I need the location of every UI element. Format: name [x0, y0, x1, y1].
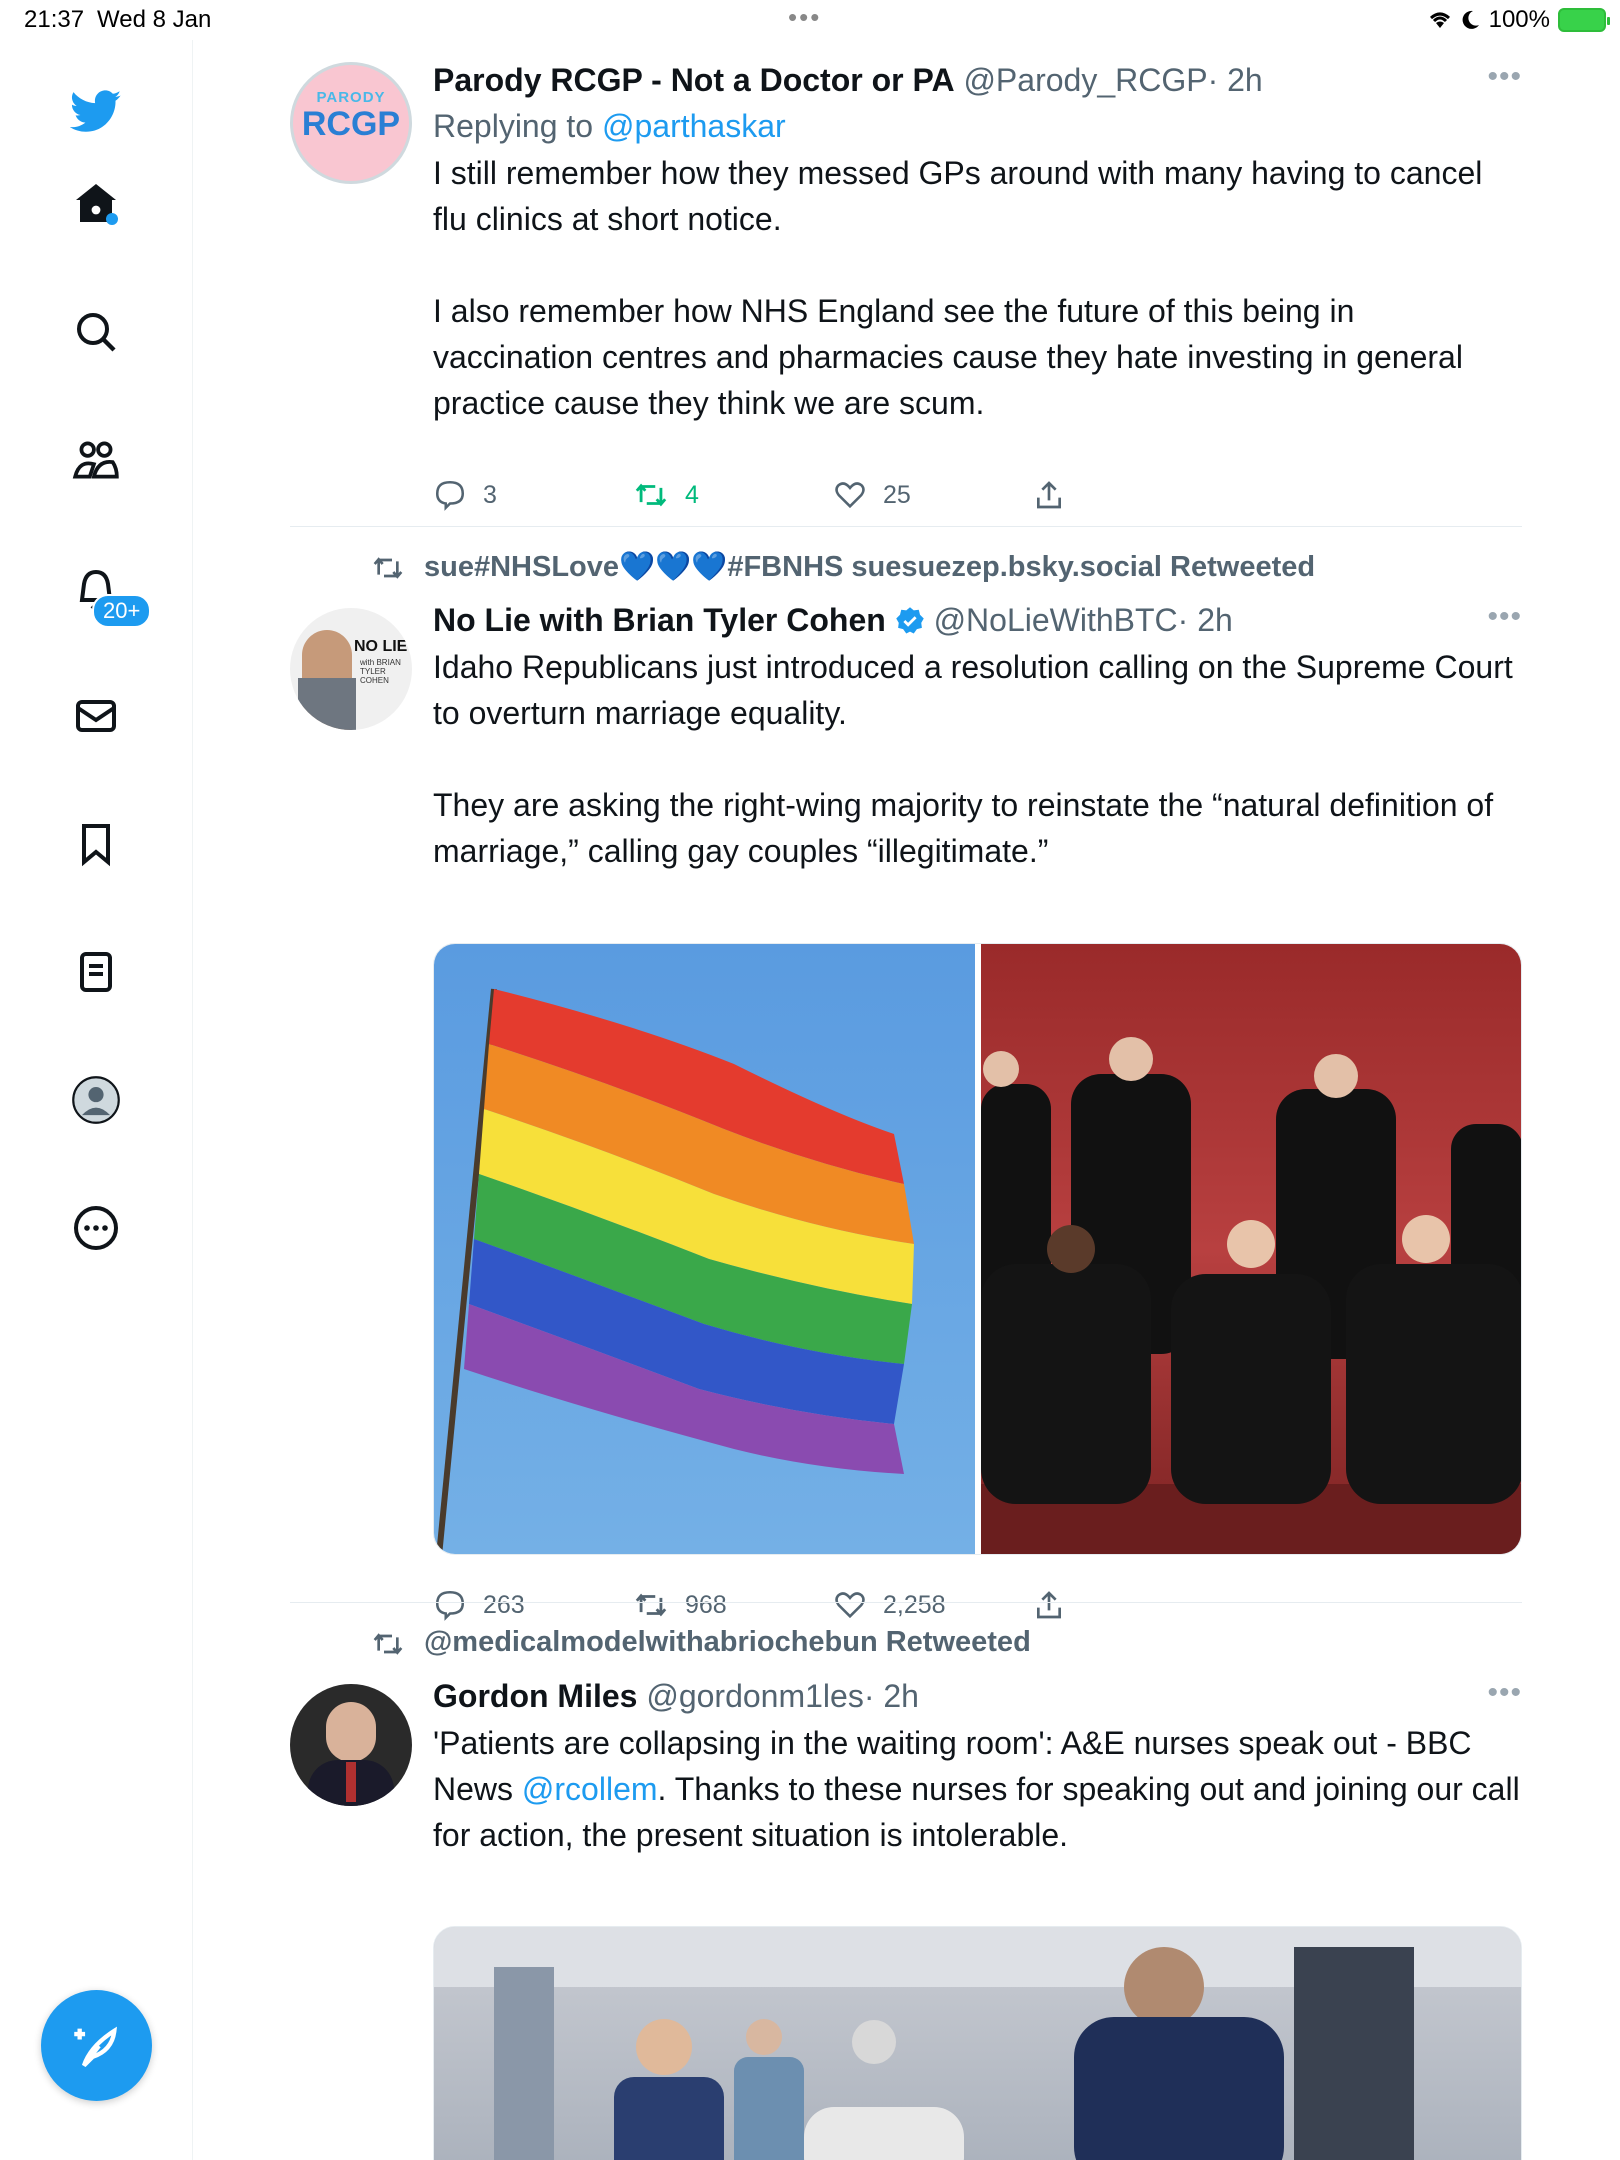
avatar-face-shape	[326, 1702, 376, 1762]
avatar-suit-shape	[298, 678, 356, 730]
reply-icon	[435, 480, 465, 511]
tweet-paragraph: They are asking the right-wing majority …	[433, 787, 1494, 869]
avatar[interactable]: NO LIE with BRIAN TYLER COHEN	[290, 608, 412, 730]
retweet-icon	[635, 1593, 667, 1617]
retweet-count: 4	[685, 480, 699, 509]
author-handle[interactable]: @NoLieWithBTC	[934, 602, 1178, 638]
tweet-divider	[290, 526, 1522, 527]
reply-prefix: Replying to	[433, 108, 602, 144]
lists-icon[interactable]	[70, 946, 122, 998]
reply-count: 3	[483, 480, 497, 509]
retweeted-by-text: sue#NHSLove💙💙💙#FBNHS suesuezep.bsky.soci…	[424, 551, 1316, 583]
heart-icon	[835, 482, 865, 509]
status-indicators: 100%	[1427, 6, 1610, 34]
author-name[interactable]: No Lie with Brian Tyler Cohen	[433, 602, 886, 638]
retweet-button[interactable]: 968	[633, 1588, 727, 1622]
tweet-text: I still remember how they messed GPs aro…	[433, 150, 1522, 426]
home-unread-dot	[106, 213, 118, 225]
moon-icon	[1462, 10, 1479, 29]
wifi-icon	[1429, 12, 1450, 28]
avatar-sublabel: with BRIAN TYLER COHEN	[360, 658, 401, 685]
tweet-time: · 2h	[863, 1678, 919, 1714]
search-icon[interactable]	[70, 306, 122, 358]
reply-icon	[435, 1590, 465, 1621]
author-name[interactable]: Parody RCGP - Not a Doctor or PA	[433, 62, 955, 98]
twitter-logo-icon[interactable]	[70, 86, 122, 138]
mention-link[interactable]: @rcollem	[522, 1771, 658, 1807]
tweet[interactable]: PARODY RCGP Parody RCGP - Not a Doctor o…	[290, 60, 1522, 530]
retweet-icon	[373, 557, 403, 579]
avatar[interactable]	[290, 1684, 412, 1806]
verified-badge-icon	[895, 607, 924, 634]
supreme-court-justices-image[interactable]	[981, 944, 1521, 1554]
share-button[interactable]	[1033, 1588, 1065, 1622]
tweet-header: No Lie with Brian Tyler Cohen @NoLieWith…	[433, 600, 1522, 640]
sidebar: 20+	[0, 40, 193, 2160]
avatar[interactable]: PARODY RCGP	[290, 62, 412, 184]
battery-percent: 100%	[1488, 6, 1550, 33]
notifications-badge: 20+	[92, 594, 152, 628]
avatar-label: NO LIE	[354, 638, 408, 655]
messages-icon[interactable]	[70, 690, 122, 742]
retweet-icon	[373, 1633, 403, 1655]
tweet-media-grid[interactable]	[433, 943, 1522, 1555]
author-handle[interactable]: @Parody_RCGP	[963, 62, 1207, 98]
tweet-paragraph: I still remember how they messed GPs aro…	[433, 155, 1483, 237]
battery-icon	[1558, 8, 1610, 32]
communities-icon[interactable]	[70, 434, 122, 486]
avatar-label-top: PARODY	[316, 89, 386, 106]
like-button[interactable]: 2,258	[833, 1588, 946, 1622]
tweet-time: · 2h	[1177, 602, 1233, 638]
retweet-icon	[635, 483, 667, 507]
status-date: Wed 8 Jan	[97, 6, 212, 33]
multitasking-dots-icon[interactable]: •••	[788, 2, 821, 33]
share-icon	[1037, 1591, 1061, 1619]
bookmarks-icon[interactable]	[70, 818, 122, 870]
reply-button[interactable]: 3	[433, 478, 497, 512]
reply-count: 263	[483, 1590, 525, 1619]
author-name[interactable]: Gordon Miles	[433, 1678, 637, 1714]
justices-graphic	[981, 1037, 1521, 1554]
reply-to-link[interactable]: @parthaskar	[602, 108, 786, 144]
compose-tweet-button[interactable]	[41, 1990, 152, 2101]
retweet-count: 968	[685, 1590, 727, 1619]
retweet-button[interactable]: 4	[633, 478, 699, 512]
tweet[interactable]: sue#NHSLove💙💙💙#FBNHS suesuezep.bsky.soci…	[290, 550, 1522, 1621]
tweet-media-image[interactable]	[433, 1926, 1522, 2160]
rainbow-flag-image[interactable]	[434, 944, 975, 1554]
tweet-time: · 2h	[1207, 62, 1263, 98]
more-options-icon[interactable]: •••	[1487, 1676, 1522, 1710]
tweet-header: Gordon Miles @gordonm1les· 2h	[433, 1676, 1522, 1716]
retweeted-by-text: @medicalmodelwithabriochebun Retweeted	[424, 1626, 1031, 1658]
avatar-label-main: RCGP	[301, 105, 401, 143]
like-count: 25	[883, 480, 911, 509]
reply-button[interactable]: 263	[433, 1588, 525, 1622]
status-time: 21:37	[24, 6, 85, 33]
tweet-paragraph: Idaho Republicans just introduced a reso…	[433, 649, 1513, 731]
hospital-ward-graphic	[434, 1927, 1521, 2160]
avatar-tie-shape	[346, 1762, 356, 1802]
tweet-actions: 3 4 25	[433, 478, 1133, 518]
status-bar: 21:37 Wed 8 Jan ••• 100%	[0, 0, 1620, 40]
more-icon[interactable]	[70, 1202, 122, 1254]
like-count: 2,258	[883, 1590, 946, 1619]
more-options-icon[interactable]: •••	[1487, 60, 1522, 94]
author-handle[interactable]: @gordonm1les	[646, 1678, 863, 1714]
share-icon	[1037, 481, 1061, 509]
profile-icon[interactable]	[70, 1074, 122, 1126]
tweet-divider	[290, 1602, 1522, 1603]
rainbow-flag-graphic	[436, 988, 914, 1554]
tweet-paragraph: I also remember how NHS England see the …	[433, 293, 1463, 421]
like-button[interactable]: 25	[833, 478, 911, 512]
more-options-icon[interactable]: •••	[1487, 600, 1522, 634]
tweet-text: Idaho Republicans just introduced a reso…	[433, 644, 1522, 874]
compose-feather-icon	[73, 2026, 117, 2067]
heart-icon	[835, 1592, 865, 1619]
tweet-text: 'Patients are collapsing in the waiting …	[433, 1720, 1522, 1858]
tweet-actions: 263 968 2,258	[433, 1588, 1133, 1628]
share-button[interactable]	[1033, 478, 1065, 512]
replying-to: Replying to @parthaskar	[433, 106, 1522, 146]
tweet[interactable]: @medicalmodelwithabriochebun Retweeted G…	[290, 1626, 1522, 2160]
tweet-header: Parody RCGP - Not a Doctor or PA @Parody…	[433, 60, 1522, 100]
